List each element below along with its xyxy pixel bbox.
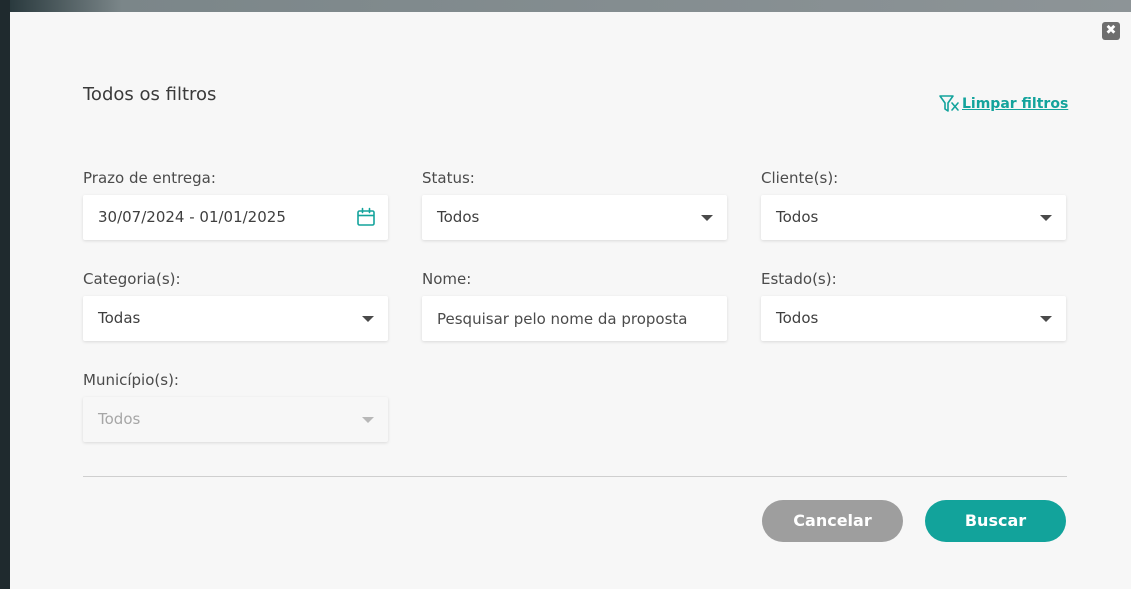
cancel-button[interactable]: Cancelar bbox=[762, 500, 903, 542]
caret-down-icon bbox=[1040, 316, 1052, 322]
delivery-deadline-label: Prazo de entrega: bbox=[83, 169, 216, 187]
footer-divider bbox=[83, 476, 1067, 477]
delivery-deadline-field[interactable]: 30/07/2024 - 01/01/2025 bbox=[83, 195, 388, 240]
status-value: Todos bbox=[437, 208, 480, 226]
caret-down-icon bbox=[701, 215, 713, 221]
status-label: Status: bbox=[422, 169, 475, 187]
municipalities-select: Todos bbox=[83, 397, 388, 442]
municipalities-label: Município(s): bbox=[83, 371, 179, 389]
clear-filters-link[interactable]: Limpar filtros bbox=[938, 93, 1068, 115]
states-label: Estado(s): bbox=[761, 270, 837, 288]
name-label: Nome: bbox=[422, 270, 472, 288]
categories-value: Todas bbox=[98, 309, 141, 327]
filter-clear-icon bbox=[939, 95, 959, 112]
clear-filters-label: Limpar filtros bbox=[962, 96, 1069, 112]
states-select[interactable]: Todos bbox=[761, 296, 1066, 341]
delivery-deadline-value: 30/07/2024 - 01/01/2025 bbox=[98, 208, 286, 226]
clients-value: Todos bbox=[776, 208, 819, 226]
municipalities-value: Todos bbox=[98, 410, 141, 428]
categories-select[interactable]: Todas bbox=[83, 296, 388, 341]
background-app-edge bbox=[0, 0, 10, 589]
modal-title: Todos os filtros bbox=[83, 84, 217, 105]
name-field[interactable] bbox=[422, 296, 727, 341]
search-button[interactable]: Buscar bbox=[925, 500, 1066, 542]
name-search-input[interactable] bbox=[422, 296, 727, 341]
close-icon[interactable]: ✖ bbox=[1102, 22, 1120, 40]
clients-label: Cliente(s): bbox=[761, 169, 839, 187]
caret-down-icon bbox=[362, 417, 374, 423]
clients-select[interactable]: Todos bbox=[761, 195, 1066, 240]
caret-down-icon bbox=[1040, 215, 1052, 221]
calendar-icon[interactable] bbox=[356, 207, 376, 227]
filters-modal: ✖ Todos os filtros Limpar filtros Prazo … bbox=[10, 12, 1131, 589]
categories-label: Categoria(s): bbox=[83, 270, 181, 288]
background-app-header bbox=[10, 0, 1131, 12]
status-select[interactable]: Todos bbox=[422, 195, 727, 240]
caret-down-icon bbox=[362, 316, 374, 322]
states-value: Todos bbox=[776, 309, 819, 327]
